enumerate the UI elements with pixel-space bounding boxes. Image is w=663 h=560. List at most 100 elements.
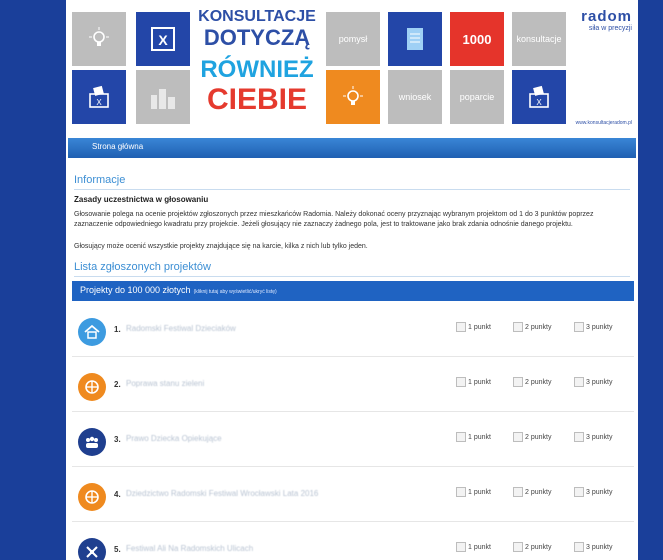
points-label: 2 punkty — [525, 543, 552, 551]
lightbulb-icon — [89, 27, 109, 46]
buildings-icon — [151, 89, 175, 109]
banner: X X KONSULTACJE DOTYCZĄ RÓWNIEŻ CIEBIE p… — [66, 0, 638, 136]
poparcie-label: poparcie — [459, 92, 495, 102]
pomysl-label: pomysł — [338, 34, 368, 44]
poparcie-tile: poparcie — [450, 70, 504, 124]
globe-icon — [78, 373, 106, 401]
pomysl-tile: pomysł — [326, 12, 380, 66]
points-option-3[interactable]: 3 punkty — [574, 322, 612, 332]
category-name: Projekty do 100 000 złotych — [80, 285, 191, 295]
globe-icon — [78, 483, 106, 511]
points-checkbox[interactable] — [513, 487, 523, 497]
document-tile — [388, 12, 442, 66]
project-number: 4. — [114, 490, 121, 499]
ballot-box-tile-2: X — [512, 70, 566, 124]
list-title: Lista zgłoszonych projektów — [74, 261, 211, 273]
project-row: 1. Radomski Festiwal Dzieciaków 1 punkt 2 p… — [72, 302, 634, 357]
rules-paragraph-2: Głosujący może ocenić wszystkie projekty… — [74, 243, 368, 250]
points-checkbox[interactable] — [574, 542, 584, 552]
points-option-2[interactable]: 2 punkty — [513, 322, 551, 332]
points-checkbox[interactable] — [513, 432, 523, 442]
project-row: 5. Festiwal Ali Na Radomskich Ulicach 1 pu… — [72, 522, 634, 560]
brand-line-1: KONSULTACJE — [198, 8, 316, 25]
count-value: 1000 — [462, 31, 492, 47]
page: X X KONSULTACJE DOTYCZĄ RÓWNIEŻ CIEBIE p… — [66, 0, 638, 560]
points-label: 3 punkty — [586, 433, 613, 441]
points-option-3[interactable]: 3 punkty — [574, 487, 612, 497]
points-option-1[interactable]: 1 punkt — [456, 432, 491, 442]
points-label: 3 punkty — [586, 378, 613, 386]
points-option-1[interactable]: 1 punkt — [456, 542, 491, 552]
points-label: 1 punkt — [468, 488, 491, 496]
points-checkbox[interactable] — [456, 322, 466, 332]
document-icon — [407, 28, 423, 50]
points-checkbox[interactable] — [513, 322, 523, 332]
tools-icon — [78, 538, 106, 560]
points-option-1[interactable]: 1 punkt — [456, 322, 491, 332]
rules-paragraph-1: Głosowanie polega na ocenie projektów zg… — [74, 211, 594, 228]
project-number: 2. — [114, 380, 121, 389]
idea-tile — [326, 70, 380, 124]
project-name[interactable]: Poprawa stanu zieleni — [126, 379, 204, 388]
points-option-2[interactable]: 2 punkty — [513, 377, 551, 387]
project-row: 3. Prawo Dziecka Opiekujące 1 punkt 2 punkt… — [72, 412, 634, 467]
points-checkbox[interactable] — [513, 542, 523, 552]
points-label: 2 punkty — [525, 433, 552, 441]
lightbulb-tile — [72, 12, 126, 66]
points-label: 3 punkty — [586, 323, 613, 331]
points-label: 2 punkty — [525, 323, 552, 331]
points-option-2[interactable]: 2 punkty — [513, 487, 551, 497]
points-option-3[interactable]: 3 punkty — [574, 542, 612, 552]
nav-home-link[interactable]: Strona główna — [92, 142, 143, 151]
points-label: 3 punkty — [586, 488, 613, 496]
konsultacje-tile: konsultacje — [512, 12, 566, 66]
site-url: www.konsultacjeradom.pl — [575, 120, 632, 126]
points-label: 1 punkt — [468, 543, 491, 551]
points-checkbox[interactable] — [574, 487, 584, 497]
points-label: 1 punkt — [468, 433, 491, 441]
category-bar[interactable]: Projekty do 100 000 złotych (kliknij tuta… — [72, 281, 634, 301]
ballot-box-icon: X — [529, 85, 549, 108]
campaign-brand: KONSULTACJE DOTYCZĄ RÓWNIEŻ CIEBIE — [196, 8, 318, 126]
points-option-1[interactable]: 1 punkt — [456, 487, 491, 497]
category-toggle-hint[interactable]: (kliknij tutaj aby wyświetlić/ukryć list… — [194, 289, 277, 295]
project-number: 5. — [114, 545, 121, 554]
points-checkbox[interactable] — [456, 432, 466, 442]
points-label: 1 punkt — [468, 323, 491, 331]
project-name[interactable]: Dziedzictwo Radomski Festiwal Wrocławski… — [126, 489, 318, 498]
points-checkbox[interactable] — [574, 432, 584, 442]
project-name[interactable]: Radomski Festiwal Dzieciaków — [126, 324, 236, 333]
category-label: Projekty do 100 000 złotych (kliknij tuta… — [80, 285, 277, 295]
home-icon — [78, 318, 106, 346]
points-option-1[interactable]: 1 punkt — [456, 377, 491, 387]
logo-name: radom — [581, 8, 632, 25]
points-option-2[interactable]: 2 punkty — [513, 432, 551, 442]
points-option-3[interactable]: 3 punkty — [574, 432, 612, 442]
project-number: 1. — [114, 325, 121, 334]
points-label: 3 punkty — [586, 543, 613, 551]
points-checkbox[interactable] — [574, 377, 584, 387]
logo-slogan: siła w precyzji — [588, 25, 632, 32]
info-divider — [74, 189, 630, 190]
project-name[interactable]: Festiwal Ali Na Radomskich Ulicach — [126, 544, 253, 553]
points-checkbox[interactable] — [456, 542, 466, 552]
radom-logo: radom siła w precyzji — [581, 8, 632, 32]
project-name[interactable]: Prawo Dziecka Opiekujące — [126, 434, 222, 443]
lightbulb-icon — [343, 86, 363, 105]
svg-text:X: X — [96, 98, 102, 107]
points-checkbox[interactable] — [513, 377, 523, 387]
points-option-2[interactable]: 2 punkty — [513, 542, 551, 552]
brand-line-2: DOTYCZĄ — [203, 25, 311, 50]
nav-bar: Strona główna — [68, 138, 636, 158]
project-row: 2. Poprawa stanu zieleni 1 punkt 2 punkty 3 … — [72, 357, 634, 412]
svg-text:X: X — [536, 98, 542, 107]
points-checkbox[interactable] — [456, 377, 466, 387]
points-checkbox[interactable] — [574, 322, 584, 332]
ballot-box-icon: X — [89, 85, 109, 108]
project-number: 3. — [114, 435, 121, 444]
points-checkbox[interactable] — [456, 487, 466, 497]
list-divider — [74, 276, 630, 277]
points-option-3[interactable]: 3 punkty — [574, 377, 612, 387]
wniosek-label: wniosek — [398, 92, 432, 102]
points-label: 2 punkty — [525, 488, 552, 496]
